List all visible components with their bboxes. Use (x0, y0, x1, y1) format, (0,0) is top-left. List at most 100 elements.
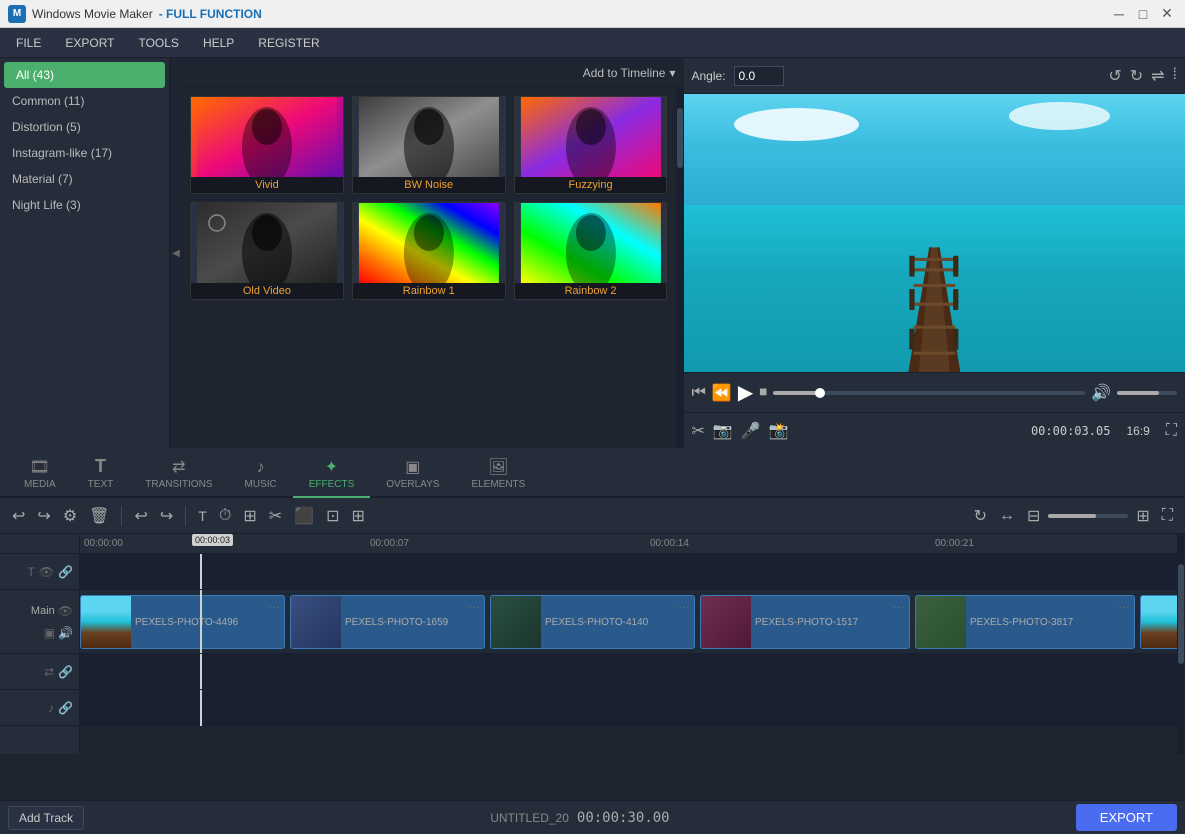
audio-track-link-icon[interactable]: 🔗 (58, 701, 73, 715)
sub-track-link-icon[interactable]: 🔗 (58, 665, 73, 679)
camera-icon[interactable]: 📷 (713, 421, 733, 441)
clip-2-menu[interactable]: ⋯ (678, 600, 690, 614)
audio-track-row[interactable] (80, 690, 1177, 726)
grid2-button[interactable]: ⊞ (347, 504, 368, 528)
filter-common[interactable]: Common (11) (0, 88, 169, 114)
loop-button[interactable]: ↻ (970, 504, 991, 528)
audio-track-note-icon[interactable]: ♪ (48, 701, 54, 715)
filter-distortion[interactable]: Distortion (5) (0, 114, 169, 140)
tab-transitions[interactable]: ⇄ TRANSITIONS (129, 451, 228, 498)
play-button[interactable]: ▶ (738, 380, 753, 405)
crop-timeline-button[interactable]: ⬛ (290, 504, 318, 528)
more-icon[interactable]: ⁞ (1173, 66, 1177, 86)
timeline-right-controls: ↻ ↔ ⊟ ⊞ ⛶ (970, 504, 1177, 528)
menu-help[interactable]: HELP (191, 32, 246, 54)
effect-rainbow1[interactable]: Rainbow 1 (352, 202, 506, 300)
clip-1[interactable]: PEXELS-PHOTO-1659 ⋯ (290, 595, 485, 649)
tab-text[interactable]: T TEXT (72, 450, 130, 498)
main-track-row[interactable]: PEXELS-PHOTO-4496 ⋯ PEXELS-PHOTO-1659 ⋯ … (80, 590, 1177, 654)
time-button[interactable]: ⏱ (215, 505, 235, 527)
fullscreen-button[interactable]: ⛶ (1166, 422, 1177, 440)
clip-3-menu[interactable]: ⋯ (893, 600, 905, 614)
tab-music[interactable]: ♪ MUSIC (228, 453, 292, 498)
clip-4-menu[interactable]: ⋯ (1118, 600, 1130, 614)
tab-effects[interactable]: ✦ EFFECTS (293, 451, 371, 498)
window-controls[interactable]: ─ □ ✕ (1109, 4, 1177, 24)
zoom-slider[interactable] (1048, 514, 1128, 518)
skip-start-button[interactable]: ⏮ (692, 384, 706, 402)
clip-5[interactable] (1140, 595, 1177, 649)
main-track-volume-icon[interactable]: 🔊 (58, 626, 73, 640)
effect-bwnoise[interactable]: BW Noise (352, 96, 506, 194)
text-track-eye-icon[interactable]: 👁 (39, 565, 54, 579)
volume-icon[interactable]: 🔊 (1091, 383, 1111, 403)
stop-button[interactable]: ⏹ (759, 384, 767, 402)
clip-4[interactable]: PEXELS-PHOTO-3817 ⋯ (915, 595, 1135, 649)
maximize-button[interactable]: □ (1133, 4, 1153, 24)
effects-scrollbar[interactable] (676, 88, 684, 448)
sub-track-row[interactable] (80, 654, 1177, 690)
zoom-in-button[interactable]: ⊞ (1132, 504, 1153, 528)
angle-input[interactable] (734, 66, 784, 86)
mic-icon[interactable]: 🎤 (741, 421, 761, 441)
export-button[interactable]: EXPORT (1076, 804, 1177, 831)
clip-0-menu[interactable]: ⋯ (268, 600, 280, 614)
cursor-head[interactable]: 00:00:03 (192, 534, 233, 546)
filter-all[interactable]: All (43) (4, 62, 165, 88)
grid-button[interactable]: ⊞ (239, 504, 260, 528)
redo-button[interactable]: ↪ (33, 504, 54, 528)
fullscreen-timeline-button[interactable]: ⛶ (1158, 505, 1177, 527)
add-timeline-label: Add to Timeline (583, 66, 666, 80)
tab-overlays[interactable]: ▣ OVERLAYS (370, 451, 455, 498)
main-track-eye-icon[interactable]: 👁 (58, 604, 73, 618)
undo-button[interactable]: ↩ (8, 504, 29, 528)
progress-bar[interactable] (773, 391, 1085, 395)
tab-elements[interactable]: 🖼 ELEMENTS (455, 451, 541, 498)
menu-register[interactable]: REGISTER (246, 32, 331, 54)
mask-button[interactable]: ⊡ (322, 504, 343, 528)
screenshot-icon[interactable]: 📸 (769, 421, 789, 441)
text-track-row[interactable] (80, 554, 1177, 590)
settings-button[interactable]: ⚙ (59, 504, 81, 528)
track-content[interactable]: 00:00:00 00:00:07 00:00:14 00:00:21 00:0… (80, 534, 1177, 754)
menu-export[interactable]: EXPORT (53, 32, 126, 54)
close-button[interactable]: ✕ (1157, 4, 1177, 24)
text-track-link-icon[interactable]: 🔗 (58, 565, 73, 579)
prev-frame-button[interactable]: ⏪ (712, 383, 732, 403)
progress-fill (773, 391, 820, 395)
undo-icon[interactable]: ↺ (1108, 66, 1121, 86)
effect-fuzzying[interactable]: Fuzzying (514, 96, 668, 194)
add-to-timeline-button[interactable]: Add to Timeline ▾ (583, 66, 676, 80)
menu-file[interactable]: FILE (4, 32, 53, 54)
split-button[interactable]: ✂ (265, 504, 286, 528)
add-track-button[interactable]: Add Track (8, 806, 84, 830)
flip-icon[interactable]: ⇌ (1151, 66, 1164, 86)
expand-button[interactable]: ↔ (995, 505, 1019, 527)
detach-button[interactable]: ↩ (130, 504, 151, 528)
filter-instagram[interactable]: Instagram-like (17) (0, 140, 169, 166)
filter-nightlife[interactable]: Night Life (3) (0, 192, 169, 218)
text-add-button[interactable]: T (194, 506, 211, 526)
delete-button[interactable]: 🗑 (85, 504, 113, 528)
effect-oldvideo[interactable]: Old Video (190, 202, 344, 300)
crop-icon[interactable]: ✂ (692, 421, 705, 441)
volume-bar[interactable] (1117, 391, 1177, 395)
filter-material[interactable]: Material (7) (0, 166, 169, 192)
clip-3[interactable]: PEXELS-PHOTO-1517 ⋯ (700, 595, 910, 649)
clip-1-menu[interactable]: ⋯ (468, 600, 480, 614)
effect-vivid[interactable]: Vivid (190, 96, 344, 194)
clip-0[interactable]: PEXELS-PHOTO-4496 ⋯ (80, 595, 285, 649)
effect-rainbow2[interactable]: Rainbow 2 (514, 202, 668, 300)
text-track-text-icon[interactable]: T (27, 565, 34, 579)
zoom-out-button[interactable]: ⊟ (1023, 504, 1044, 528)
attach-button[interactable]: ↪ (156, 504, 177, 528)
menu-tools[interactable]: TOOLS (126, 32, 190, 54)
clip-2[interactable]: PEXELS-PHOTO-4140 ⋯ (490, 595, 695, 649)
redo-icon[interactable]: ↻ (1130, 66, 1143, 86)
timeline-scrollbar[interactable] (1177, 534, 1185, 754)
sub-track-swap-icon[interactable]: ⇄ (44, 665, 54, 679)
tab-media[interactable]: 🎞 MEDIA (8, 451, 72, 498)
sidebar-collapse-handle[interactable]: ◀ (170, 58, 182, 448)
minimize-button[interactable]: ─ (1109, 4, 1129, 24)
main-track-box-icon[interactable]: ▣ (44, 626, 55, 640)
